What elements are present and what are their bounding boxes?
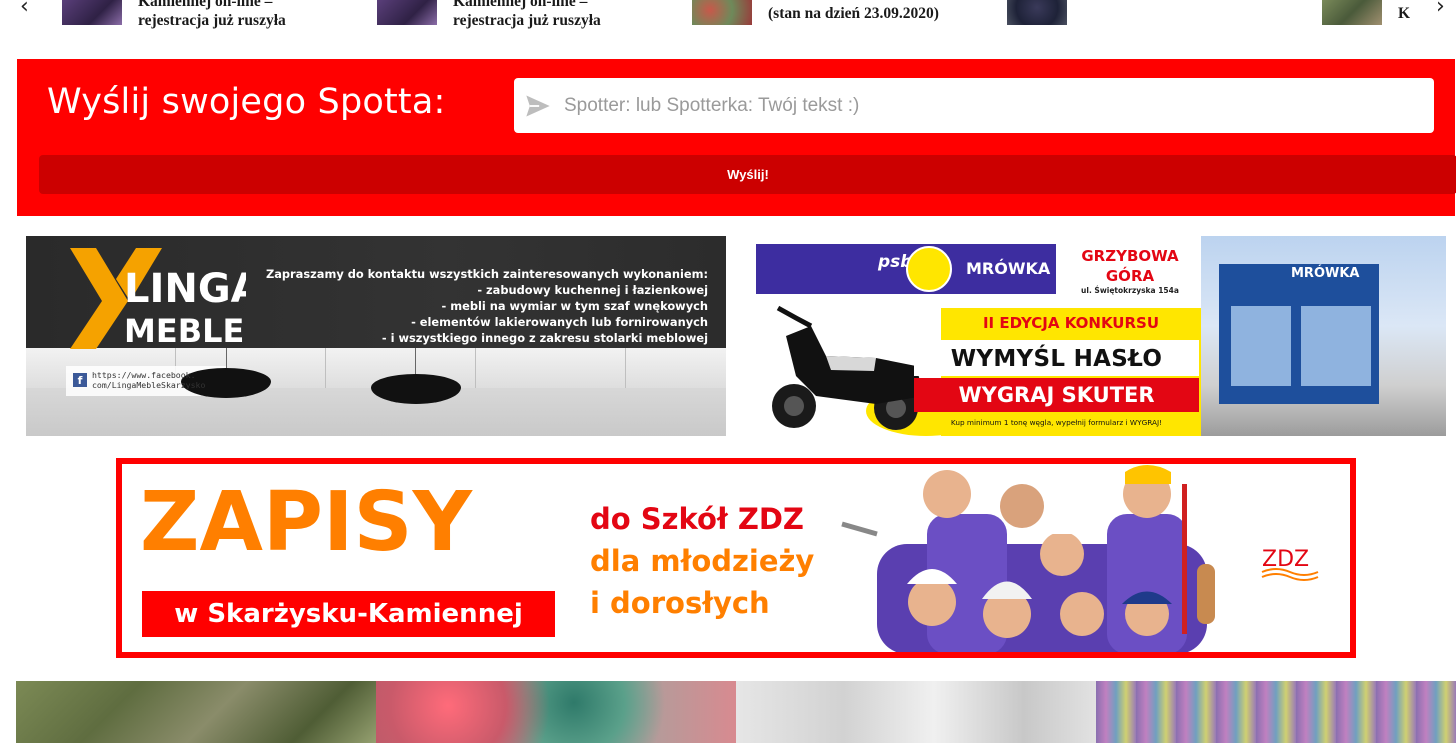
spot-form: Wyślij swojego Spotta: Wyślij!: [17, 59, 1456, 216]
mrowka-brand: MRÓWKA: [966, 259, 1051, 278]
photo-forest[interactable]: [16, 681, 376, 743]
linga-meble-logo: LINGA MEBLE: [70, 248, 246, 350]
building-sign: MRÓWKA: [1291, 266, 1360, 281]
news-thumbnail[interactable]: [377, 0, 437, 25]
news-carousel: ‹ Kamiennej on-line – rejestracja już ru…: [0, 0, 1456, 50]
facebook-icon: f: [73, 373, 87, 387]
carousel-item[interactable]: (stan na dzień 23.09.2020): [692, 0, 992, 45]
zdz-line-2: dla młodzieży: [590, 544, 815, 578]
photo-interior[interactable]: [736, 681, 1096, 743]
spot-form-title: Wyślij swojego Spotta:: [47, 82, 446, 122]
news-title[interactable]: Kamiennej on-line – rejestracja już rusz…: [453, 0, 693, 30]
svg-text:ZDZ: ZDZ: [1262, 547, 1309, 572]
facebook-link[interactable]: https://www.facebook. com/LingaMebleSkar…: [92, 370, 242, 390]
carousel-item[interactable]: [1007, 0, 1307, 45]
contest-fine-print: Kup minimum 1 tonę węgla, wypełnij formu…: [950, 418, 1163, 427]
chevron-left-icon[interactable]: ‹: [20, 0, 29, 19]
svg-text:LINGA: LINGA: [124, 266, 246, 312]
carousel-item[interactable]: K: [1322, 0, 1422, 45]
news-thumbnail[interactable]: [692, 0, 752, 25]
contest-edition: II EDYCJA KONKURSU: [982, 314, 1160, 332]
carousel-item[interactable]: Kamiennej on-line – rejestracja już rusz…: [377, 0, 677, 45]
store-building-photo: MRÓWKA: [1201, 236, 1446, 436]
contest-slogan-1: WYMYŚL HASŁO: [914, 340, 1199, 376]
ant-mascot-icon: [906, 246, 952, 292]
spot-text-input[interactable]: [564, 78, 1424, 133]
news-title[interactable]: Kamiennej on-line – rejestracja już rusz…: [138, 0, 378, 30]
zdz-line-3: i dorosłych: [590, 586, 770, 620]
news-thumbnail[interactable]: [1322, 0, 1382, 25]
news-thumbnail[interactable]: [1007, 0, 1067, 25]
news-title[interactable]: (stan na dzień 23.09.2020): [768, 4, 1008, 23]
zdz-enrollment-banner[interactable]: ZAPISY w Skarżysku-Kamiennej do Szkół ZD…: [116, 458, 1356, 658]
linga-services-text: Zapraszamy do kontaktu wszystkich zainte…: [265, 267, 708, 345]
spot-submit-button[interactable]: Wyślij!: [39, 155, 1456, 194]
carousel-item[interactable]: Kamiennej on-line – rejestracja już rusz…: [62, 0, 362, 45]
photo-store[interactable]: [1096, 681, 1456, 743]
students-group-image: [841, 465, 1215, 652]
send-icon: [526, 95, 550, 117]
news-thumbnail[interactable]: [62, 0, 122, 25]
svg-text:MEBLE: MEBLE: [124, 312, 244, 350]
zdz-logo: ZDZ: [1261, 547, 1319, 581]
chevron-right-icon[interactable]: ›: [1436, 0, 1445, 19]
photo-virus[interactable]: [376, 681, 736, 743]
zdz-city: w Skarżysku-Kamiennej: [142, 591, 555, 637]
spot-input-container[interactable]: [514, 78, 1434, 133]
mrowka-contest-banner[interactable]: psb MRÓWKA GRZYBOWA GÓRA ul. Świętokrzys…: [746, 236, 1446, 436]
news-title[interactable]: K: [1398, 4, 1418, 23]
linga-meble-banner[interactable]: LINGA MEBLE Zapraszamy do kontaktu wszys…: [26, 236, 726, 436]
zdz-headline: ZAPISY: [140, 475, 472, 570]
zdz-line-1: do Szkół ZDZ: [590, 502, 804, 536]
contest-slogan-2: WYGRAJ SKUTER: [914, 378, 1199, 412]
store-location: GRZYBOWA GÓRA ul. Świętokrzyska 154a: [1081, 247, 1179, 295]
